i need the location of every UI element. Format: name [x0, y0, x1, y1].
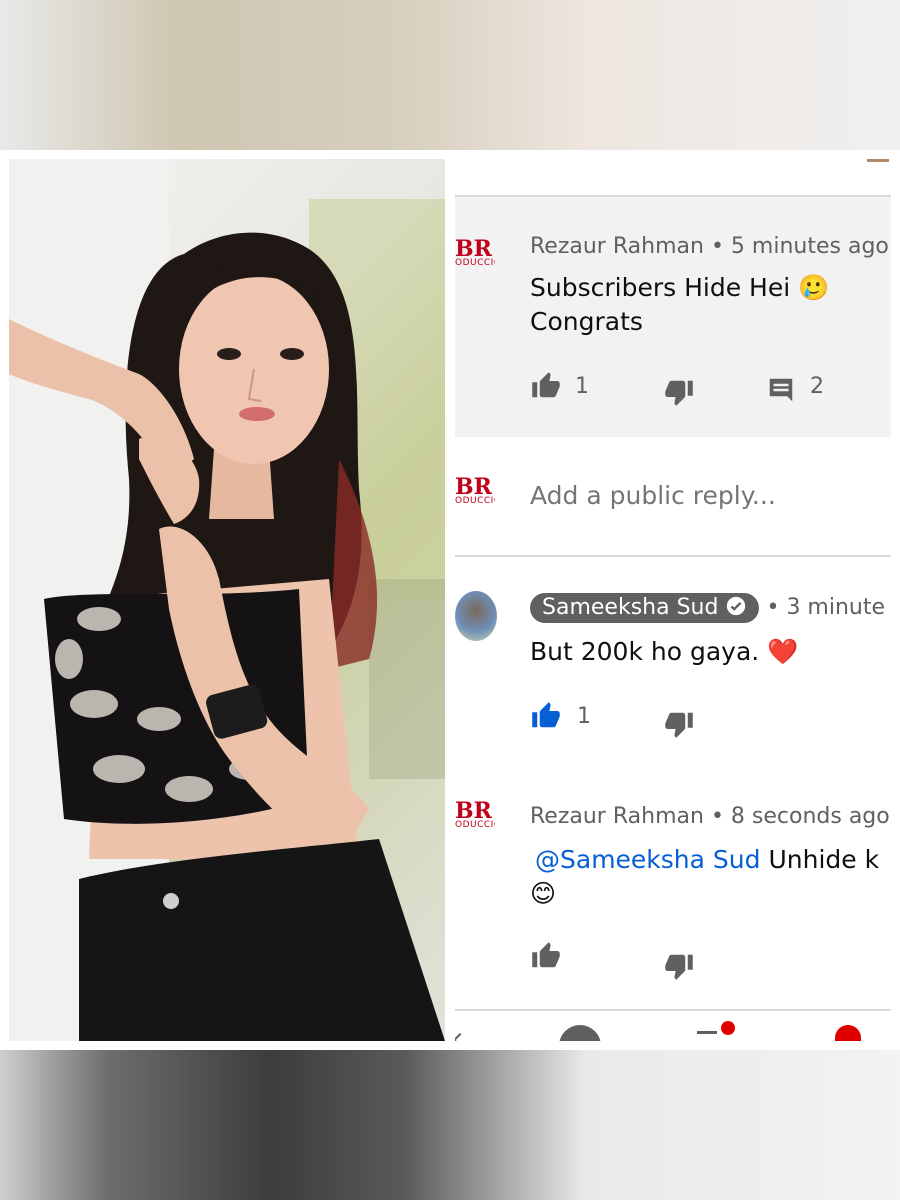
portrait-illustration — [9, 159, 445, 1041]
meta-separator: • — [766, 595, 780, 620]
thumbs-up-icon[interactable] — [530, 371, 562, 401]
mention-link[interactable]: @Sameeksha Sud — [535, 845, 761, 874]
timestamp[interactable]: 3 minute — [786, 595, 885, 620]
comments-panel: BR ODUCCIO Rezaur Rahman • 5 minutes ago… — [455, 159, 891, 1041]
blurred-background-top — [0, 0, 900, 150]
avatar[interactable]: BR ODUCCIO — [455, 239, 495, 283]
avatar: BR ODUCCIO — [455, 477, 495, 506]
comment-text: @Sameeksha Sud Unhide k — [535, 843, 879, 877]
notifications-bell-icon[interactable] — [835, 1025, 861, 1041]
comment-meta: Rezaur Rahman • 5 minutes ago — [530, 234, 889, 259]
comment-text-line: Congrats — [530, 307, 643, 336]
thumbs-up-icon[interactable] — [530, 701, 562, 731]
subscriptions-icon[interactable] — [697, 1031, 717, 1034]
comment-text: Subscribers Hide Hei 🥲 Congrats — [530, 271, 829, 339]
blurred-background-bottom — [0, 1050, 900, 1200]
portrait-photo — [9, 159, 445, 1041]
author-name[interactable]: Rezaur Rahman — [530, 804, 704, 829]
avatar[interactable]: BR ODUCCIO — [455, 801, 495, 845]
comment-text: But 200k ho gaya. ❤️ — [530, 637, 799, 666]
check-circle-icon — [727, 596, 746, 616]
comment-text-line: Subscribers Hide Hei 🥲 — [530, 273, 830, 302]
thumbs-down-icon[interactable] — [663, 709, 695, 739]
author-name: Sameeksha Sud — [542, 595, 719, 620]
thumbs-down-icon[interactable] — [663, 951, 695, 981]
back-chevron-icon[interactable] — [455, 1032, 468, 1041]
meta-separator: • — [710, 804, 724, 829]
author-name[interactable]: Rezaur Rahman — [530, 234, 704, 259]
timestamp[interactable]: 8 seconds ago — [731, 804, 890, 829]
author-chip[interactable]: Sameeksha Sud — [530, 593, 760, 623]
divider — [455, 1009, 891, 1011]
avatar[interactable] — [455, 591, 497, 641]
divider — [455, 555, 891, 557]
comment-text-rest: Unhide k — [768, 845, 880, 874]
comment-meta: Rezaur Rahman • 8 seconds ago — [530, 804, 890, 829]
like-count: 1 — [575, 374, 589, 399]
reply-count: 2 — [810, 374, 824, 399]
thumbs-up-icon[interactable] — [530, 941, 562, 971]
reply-input[interactable] — [530, 481, 870, 510]
like-count: 1 — [577, 704, 591, 729]
thumbs-down-icon[interactable] — [663, 377, 695, 407]
timestamp[interactable]: 5 minutes ago — [731, 234, 889, 259]
notification-dot-icon — [721, 1021, 735, 1035]
comment-icon[interactable] — [765, 375, 797, 405]
explore-icon[interactable] — [559, 1025, 601, 1041]
meta-separator: • — [710, 234, 724, 259]
comment-emoji: 😊 — [530, 879, 557, 908]
scroll-indicator — [867, 159, 889, 162]
comment-meta: Sameeksha Sud • 3 minute — [530, 593, 885, 623]
